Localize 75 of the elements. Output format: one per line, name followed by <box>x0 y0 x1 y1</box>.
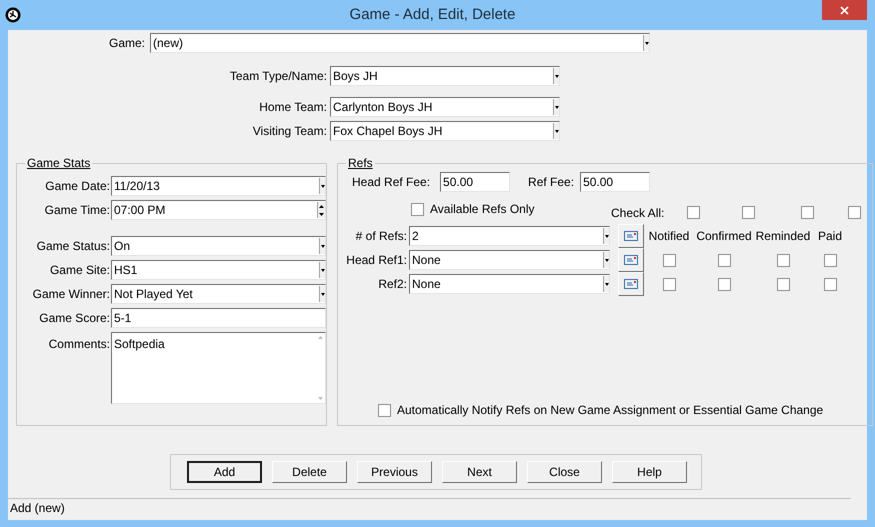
field-label: Game Site: <box>48 262 111 279</box>
checkbox[interactable] <box>662 278 676 290</box>
dropdown-field[interactable]: 11/20/13 <box>111 176 326 196</box>
field-label: Game: <box>108 35 146 52</box>
dialog-button[interactable]: Delete <box>272 461 347 483</box>
field-label: Game Status: <box>36 238 111 255</box>
dropdown-field[interactable]: 2 <box>409 226 610 246</box>
checkbox[interactable] <box>848 206 861 219</box>
spin-arrows-icon[interactable] <box>317 202 325 218</box>
field-label: Game Time: <box>44 202 111 219</box>
group-title: Game Stats <box>26 155 92 172</box>
dropdown-field[interactable]: Boys JH <box>330 66 560 86</box>
dropdown-field[interactable]: Not Played Yet <box>111 284 326 304</box>
window-title: Game - Add, Edit, Delete <box>348 4 516 25</box>
dialog-button[interactable]: Help <box>612 461 687 483</box>
checkbox[interactable] <box>824 278 836 290</box>
checkbox[interactable] <box>411 202 424 216</box>
fee-field[interactable]: 50.00 <box>580 172 650 192</box>
field-label: Comments: <box>48 336 111 353</box>
app-icon <box>5 7 21 23</box>
checkbox[interactable] <box>776 278 790 290</box>
envelope-icon <box>624 255 638 265</box>
field-label: Head Ref Fee: <box>352 174 430 191</box>
dropdown-field[interactable]: (new) <box>150 33 650 53</box>
envelope-icon <box>624 279 638 289</box>
dropdown-field[interactable]: On <box>111 236 326 256</box>
dialog-button[interactable]: Next <box>442 461 517 483</box>
status-text: Add (new) <box>10 500 65 517</box>
field-label: Team Type/Name: <box>228 68 328 85</box>
field-label: Game Score: <box>38 310 111 327</box>
column-header: Paid <box>816 228 844 245</box>
field-label: Head Ref1: <box>345 252 408 269</box>
scroll-down-icon[interactable] <box>318 397 322 400</box>
checkbox[interactable] <box>378 404 391 416</box>
field-label: Visiting Team: <box>252 123 328 140</box>
email-button[interactable] <box>618 248 644 272</box>
field-label: # of Refs: <box>354 228 408 245</box>
close-button[interactable] <box>822 0 867 20</box>
dropdown-field[interactable]: None <box>409 250 610 270</box>
dropdown-field[interactable]: Fox Chapel Boys JH <box>330 121 560 141</box>
checkbox-label: Available Refs Only <box>430 201 534 218</box>
checkbox[interactable] <box>718 278 730 290</box>
comments-field[interactable]: Softpedia <box>111 332 326 404</box>
text-field[interactable]: 5-1 <box>111 308 326 328</box>
field-label: Ref Fee: <box>528 174 574 191</box>
column-header: Notified <box>648 228 690 245</box>
field-label: Check All: <box>611 205 666 222</box>
checkbox[interactable] <box>800 206 814 219</box>
checkbox-label: Automatically Notify Refs on New Game Assignment or Essential Game Change <box>397 402 824 419</box>
dropdown-field[interactable]: Carlynton Boys JH <box>330 97 560 117</box>
checkbox[interactable] <box>686 206 700 219</box>
dropdown-field[interactable]: None <box>409 274 610 294</box>
scroll-up-icon[interactable] <box>318 336 322 339</box>
dialog-button[interactable]: Previous <box>357 461 432 483</box>
field-label: Ref2: <box>377 276 408 293</box>
field-label: Game Winner: <box>32 286 111 303</box>
fee-field[interactable]: 50.00 <box>440 172 510 192</box>
email-button[interactable] <box>618 224 644 248</box>
close-icon <box>840 6 849 14</box>
field-label: Home Team: <box>258 99 328 116</box>
email-button[interactable] <box>618 272 644 296</box>
envelope-icon <box>624 231 638 241</box>
checkbox[interactable] <box>742 206 755 219</box>
dialog-button[interactable]: Close <box>527 461 602 483</box>
column-header: Reminded <box>754 228 812 245</box>
group-title: Refs <box>347 155 374 172</box>
checkbox[interactable] <box>718 254 730 266</box>
dialog-button[interactable]: Add <box>187 461 262 483</box>
dropdown-field[interactable]: HS1 <box>111 260 326 280</box>
column-header: Confirmed <box>695 228 753 245</box>
time-spin-field[interactable]: 07:00 PM <box>111 200 326 220</box>
checkbox[interactable] <box>776 254 790 266</box>
checkbox[interactable] <box>662 254 676 266</box>
checkbox[interactable] <box>824 254 836 266</box>
field-label: Game Date: <box>44 178 111 195</box>
